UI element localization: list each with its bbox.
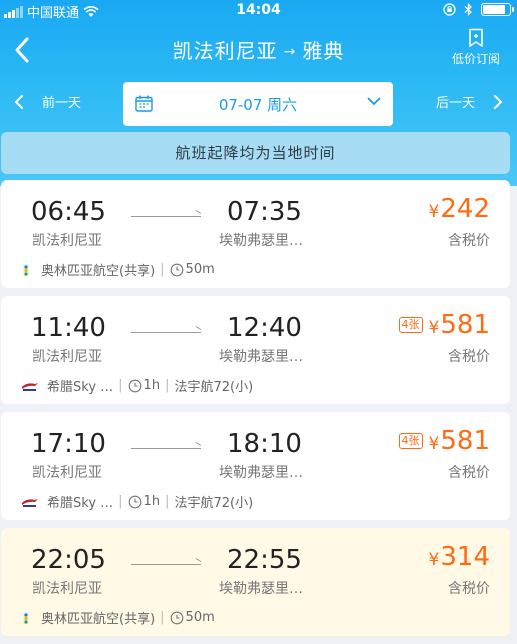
flight-card[interactable]: 22:05 22:55 凯法利尼亚 埃勒弗瑟里… ¥314 含税价 奥林匹亚航空… — [1, 528, 510, 636]
price: 4张 ¥581 — [398, 310, 490, 340]
flight-card[interactable]: 17:10 18:10 凯法利尼亚 埃勒弗瑟里… 4张 ¥581 含税价 希腊Sk… — [1, 412, 510, 520]
flight-info-row: 希腊Sky … | 1h | 法宇航72(小) — [21, 492, 253, 511]
prev-day-button[interactable]: 前一天 — [14, 92, 81, 111]
price-value: 242 — [440, 194, 490, 224]
next-day-label: 后一天 — [435, 96, 475, 111]
route-arrow: → — [283, 44, 297, 60]
currency-symbol: ¥ — [428, 434, 440, 454]
airline-name: 希腊Sky … — [47, 380, 114, 395]
bluetooth-icon — [464, 3, 472, 16]
flight-duration: 50m — [185, 610, 215, 625]
currency-symbol: ¥ — [428, 202, 440, 222]
arrival-time: 07:35 — [227, 197, 302, 227]
departure-time: 06:45 — [31, 197, 106, 227]
departure-time: 17:10 — [31, 429, 106, 459]
clock-icon — [128, 495, 141, 508]
tax-included-label: 含税价 — [448, 581, 490, 597]
prev-day-label: 前一天 — [42, 96, 82, 111]
price-value: 581 — [440, 426, 490, 456]
arrival-time: 22:55 — [227, 545, 302, 575]
flight-duration: 50m — [185, 262, 215, 277]
airline-name: 奥林匹亚航空(共享) — [41, 264, 156, 279]
divider: | — [165, 378, 170, 393]
status-right — [443, 3, 514, 16]
divider: | — [118, 494, 123, 509]
flight-arrow-line — [131, 216, 201, 217]
departure-city: 凯法利尼亚 — [32, 349, 102, 365]
airline-name: 希腊Sky … — [47, 496, 114, 511]
status-time: 14:04 — [236, 2, 281, 18]
flight-card[interactable]: 06:45 07:35 凯法利尼亚 埃勒弗瑟里… ¥242 含税价 奥林匹亚航空… — [1, 180, 510, 288]
date-picker[interactable]: 07-07 周六 — [123, 82, 393, 126]
tax-included-label: 含税价 — [448, 465, 490, 481]
flight-arrow-line — [131, 332, 201, 333]
destination-city: 雅典 — [302, 39, 345, 63]
sky-express-logo-icon — [22, 382, 38, 391]
flight-info-row: 奥林匹亚航空(共享) | 50m — [21, 260, 215, 279]
flight-info-row: 奥林匹亚航空(共享) | 50m — [21, 608, 215, 627]
flight-card[interactable]: 11:40 12:40 凯法利尼亚 埃勒弗瑟里… 4张 ¥581 含税价 希腊Sk… — [1, 296, 510, 404]
route-title: 凯法利尼亚 → 雅典 — [0, 35, 517, 64]
price-alert-button[interactable]: 低价订阅 — [447, 28, 505, 67]
sky-express-logo-icon — [22, 498, 38, 507]
flight-info-row: 希腊Sky … | 1h | 法宇航72(小) — [21, 376, 253, 395]
price: ¥242 — [429, 194, 490, 224]
price: 4张 ¥581 — [398, 426, 490, 456]
clock-icon — [170, 611, 183, 624]
seats-left-badge: 4张 — [398, 317, 423, 333]
price-value: 581 — [440, 310, 490, 340]
price-value: 314 — [440, 542, 490, 572]
departure-city: 凯法利尼亚 — [32, 233, 102, 249]
tax-included-label: 含税价 — [448, 349, 490, 365]
currency-symbol: ¥ — [428, 550, 440, 570]
arrival-city: 埃勒弗瑟里… — [219, 349, 303, 365]
next-day-button[interactable]: 后一天 — [436, 92, 503, 111]
price: ¥314 — [429, 542, 490, 572]
selected-date: 07-07 周六 — [218, 96, 298, 114]
price-alert-label: 低价订阅 — [451, 52, 500, 66]
flight-duration: 1h — [143, 378, 161, 393]
departure-time: 11:40 — [31, 313, 106, 343]
local-time-notice: 航班起降均为当地时间 — [1, 132, 510, 174]
aircraft-type: 法宇航72(小) — [174, 496, 254, 511]
flight-duration: 1h — [143, 494, 161, 509]
olympic-airline-logo-icon — [23, 611, 29, 624]
rotation-lock-icon — [443, 3, 456, 16]
chevron-down-icon — [367, 97, 381, 106]
currency-symbol: ¥ — [428, 318, 440, 338]
tax-included-label: 含税价 — [448, 233, 490, 249]
divider: | — [160, 262, 165, 277]
departure-city: 凯法利尼亚 — [32, 465, 102, 481]
airline-name: 奥林匹亚航空(共享) — [41, 612, 156, 627]
arrival-time: 12:40 — [227, 313, 302, 343]
chevron-left-icon — [14, 94, 23, 109]
clock-icon — [128, 379, 141, 392]
status-bar: 中国联通 14:04 — [0, 0, 517, 21]
aircraft-type: 法宇航72(小) — [174, 380, 254, 395]
origin-city: 凯法利尼亚 — [172, 39, 278, 63]
olympic-airline-logo-icon — [23, 263, 29, 276]
arrival-city: 埃勒弗瑟里… — [219, 233, 303, 249]
nav-bar: 凯法利尼亚 → 雅典 低价订阅 — [0, 22, 517, 78]
bookmark-icon — [469, 28, 483, 47]
departure-city: 凯法利尼亚 — [32, 581, 102, 597]
chevron-right-icon — [494, 94, 503, 109]
battery-icon — [481, 3, 514, 16]
flight-arrow-line — [131, 448, 201, 449]
departure-time: 22:05 — [31, 545, 106, 575]
divider: | — [118, 378, 123, 393]
flight-arrow-line — [131, 564, 201, 565]
arrival-time: 18:10 — [227, 429, 302, 459]
arrival-city: 埃勒弗瑟里… — [219, 465, 303, 481]
divider: | — [165, 494, 170, 509]
clock-icon — [170, 263, 183, 276]
arrival-city: 埃勒弗瑟里… — [219, 581, 303, 597]
date-bar: 前一天 07-07 周六 后一天 — [0, 80, 517, 128]
seats-left-badge: 4张 — [398, 433, 423, 449]
divider: | — [160, 610, 165, 625]
